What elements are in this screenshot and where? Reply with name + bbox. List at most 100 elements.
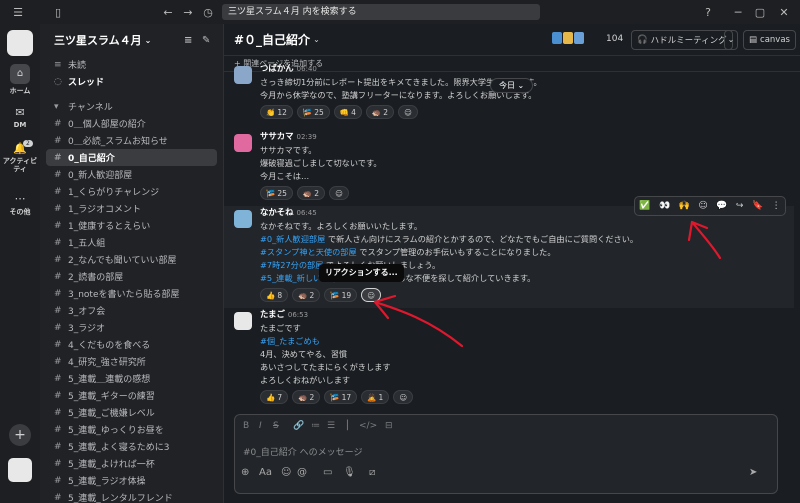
sidebar-channel-item[interactable]: #5_連載_ゆっくりお昼を bbox=[40, 421, 223, 438]
add-reaction-button[interactable]: ☺ bbox=[398, 105, 419, 119]
sidebar-channel-item[interactable]: #1_くらがりチャレンジ bbox=[40, 183, 223, 200]
reaction-pill[interactable]: 👏 12 bbox=[260, 105, 293, 119]
reaction-pill[interactable]: 🎏 17 bbox=[324, 390, 358, 404]
add-workspace-button[interactable]: + bbox=[0, 424, 40, 446]
sidebar-toggle-icon[interactable]: ▯ bbox=[48, 6, 68, 19]
timestamp[interactable]: 02:39 bbox=[297, 133, 317, 141]
avatar[interactable] bbox=[234, 66, 252, 84]
send-icon[interactable]: ➤ bbox=[749, 467, 757, 478]
close-icon[interactable]: ✕ bbox=[774, 6, 794, 19]
add-reaction-icon[interactable]: ☺ bbox=[698, 201, 707, 211]
check-emoji-button[interactable]: ✅ bbox=[639, 201, 650, 211]
compose-icon[interactable]: ✎ bbox=[202, 35, 210, 46]
slash-command-icon[interactable]: ⧄ bbox=[369, 467, 375, 478]
sidebar-channel-item[interactable]: #1_ラジオコメント bbox=[40, 200, 223, 217]
bold-icon[interactable]: B bbox=[243, 421, 249, 431]
forward-icon[interactable]: ↪ bbox=[736, 201, 744, 211]
sidebar-channel-item[interactable]: #2_なんでも聞いていい部屋 bbox=[40, 251, 223, 268]
sidebar-channel-item[interactable]: #5_連載_よく寝るために3 bbox=[40, 438, 223, 455]
message[interactable]: たまご 06:53 たまごです #個_たまごめも 4月、決めてやる、習慣 あいさつしてたま… bbox=[224, 308, 794, 404]
user-avatar[interactable] bbox=[0, 458, 40, 482]
reaction-pill[interactable]: 🎏 19 bbox=[324, 288, 358, 302]
maximize-icon[interactable]: ▢ bbox=[750, 6, 770, 19]
back-arrow-icon[interactable]: ← bbox=[158, 6, 178, 19]
code-icon[interactable]: </> bbox=[359, 421, 377, 431]
rail-activity[interactable]: 🔔 2 アクティビティ bbox=[0, 140, 40, 173]
sidebar-item-threads[interactable]: ◌ スレッド bbox=[40, 73, 223, 90]
channel-link[interactable]: #7時27分の部屋 bbox=[260, 260, 323, 270]
avatar[interactable] bbox=[234, 210, 252, 228]
author-name[interactable]: なかそね bbox=[260, 207, 294, 217]
sidebar-channel-item[interactable]: #5_連載_ラジオ体操 bbox=[40, 472, 223, 489]
code-block-icon[interactable]: ⊟ bbox=[385, 421, 393, 431]
reaction-pill[interactable]: 🎏 25 bbox=[260, 186, 293, 200]
channel-title[interactable]: #０_自己紹介 bbox=[234, 31, 310, 48]
numbered-list-icon[interactable]: ≔ bbox=[311, 421, 320, 431]
workspace-avatar[interactable] bbox=[0, 30, 40, 56]
italic-icon[interactable]: I bbox=[259, 421, 262, 431]
bookmark-icon[interactable]: 🔖 bbox=[752, 201, 763, 211]
sidebar-channel-item[interactable]: #4_くだものを食べる bbox=[40, 336, 223, 353]
forward-arrow-icon[interactable]: → bbox=[178, 6, 198, 19]
avatar[interactable] bbox=[234, 134, 252, 152]
reaction-pill[interactable]: 👍 7 bbox=[260, 390, 289, 404]
channel-link[interactable]: #スタンプ神と天使の部屋 bbox=[260, 247, 357, 257]
sidebar-channel-item[interactable]: #4_研究_強さ研究所 bbox=[40, 353, 223, 370]
sidebar-channel-item[interactable]: #5_連載_よければ一杯 bbox=[40, 455, 223, 472]
reaction-pill[interactable]: 🙇 1 bbox=[361, 390, 390, 404]
sidebar-item-unread[interactable]: ≡ 未読 bbox=[40, 56, 223, 73]
text-format-icon[interactable]: Aa bbox=[259, 467, 272, 478]
rail-more[interactable]: ⋯ その他 bbox=[0, 192, 40, 217]
author-name[interactable]: ササカマ bbox=[260, 131, 294, 141]
reaction-pill[interactable]: 🦔 2 bbox=[292, 390, 321, 404]
sidebar-channel-item[interactable]: #0_新人歓迎部屋 bbox=[40, 166, 223, 183]
link-icon[interactable]: 🔗 bbox=[293, 421, 304, 431]
blockquote-icon[interactable]: ▏ bbox=[347, 421, 354, 431]
timestamp[interactable]: 06:53 bbox=[288, 311, 308, 319]
avatar[interactable] bbox=[234, 312, 252, 330]
timestamp[interactable]: 06:45 bbox=[297, 209, 317, 217]
hamburger-menu-icon[interactable]: ☰ bbox=[8, 6, 28, 19]
sidebar-channel-item[interactable]: #3_ラジオ bbox=[40, 319, 223, 336]
huddle-dropdown[interactable]: ⌄ bbox=[724, 30, 738, 50]
canvas-button[interactable]: ▤ canvas bbox=[743, 30, 796, 50]
reaction-pill[interactable]: 👊 4 bbox=[333, 105, 362, 119]
add-reaction-button[interactable]: ☺ bbox=[393, 390, 414, 404]
reaction-pill[interactable]: 🦔 2 bbox=[296, 186, 326, 200]
help-icon[interactable]: ? bbox=[698, 6, 718, 19]
author-name[interactable]: たまご bbox=[260, 309, 285, 319]
sidebar-channel-item[interactable]: #1_健康するとえらい bbox=[40, 217, 223, 234]
date-divider-today[interactable]: 今日 ⌄ bbox=[490, 78, 534, 93]
add-reaction-button[interactable]: ☺ bbox=[361, 288, 382, 302]
sidebar-channel-item[interactable]: #3_noteを書いたら貼る部屋 bbox=[40, 285, 223, 302]
reply-thread-icon[interactable]: 💬 bbox=[716, 201, 727, 211]
author-name[interactable]: つばかん bbox=[260, 63, 294, 73]
mention-icon[interactable]: @ bbox=[297, 467, 307, 478]
message-composer[interactable]: B I S 🔗 ≔ ☰ ▏ </> ⊟ #0_自己紹介 へのメッセージ ⊕ Aa… bbox=[234, 414, 778, 494]
more-actions-icon[interactable]: ⋮ bbox=[772, 201, 781, 211]
sidebar-channel-item[interactable]: #5_連載_ご機嫌レベル bbox=[40, 404, 223, 421]
channels-section-header[interactable]: ▾ チャンネル bbox=[40, 98, 223, 115]
rail-home[interactable]: ⌂ ホーム bbox=[0, 64, 40, 96]
history-clock-icon[interactable]: ◷ bbox=[198, 6, 218, 19]
microphone-icon[interactable]: 🎙 bbox=[343, 467, 356, 478]
workspace-name[interactable]: 三ツ星スラム４月 ⌄ ≡ ✎ bbox=[40, 24, 223, 56]
bullet-list-icon[interactable]: ☰ bbox=[327, 421, 335, 431]
channel-link[interactable]: #0_新人歓迎部屋 bbox=[260, 234, 325, 244]
rail-dm[interactable]: ✉ DM bbox=[0, 106, 40, 129]
member-avatars[interactable] bbox=[552, 32, 584, 44]
channel-link[interactable]: #個_たまごめも bbox=[260, 335, 794, 348]
video-icon[interactable]: ▭ bbox=[323, 467, 332, 478]
message[interactable]: ササカマ 02:39 ササカマです。 爆破寝過ごしまして切ないです。 今月こそは… 🎏 25… bbox=[224, 130, 794, 200]
reaction-pill[interactable]: 👍 8 bbox=[260, 288, 289, 302]
minimize-icon[interactable]: ─ bbox=[728, 6, 748, 19]
filter-icon[interactable]: ≡ bbox=[184, 35, 192, 46]
search-input[interactable]: 三ツ星スラム４月 内を検索する bbox=[222, 4, 540, 20]
member-count[interactable]: 104 bbox=[606, 34, 623, 44]
sidebar-channel-item[interactable]: #0＿個人部屋の紹介 bbox=[40, 115, 223, 132]
emoji-icon[interactable]: ☺ bbox=[281, 467, 291, 478]
strikethrough-icon[interactable]: S bbox=[273, 421, 279, 431]
sidebar-channel-item[interactable]: #1_五人組 bbox=[40, 234, 223, 251]
huddle-button[interactable]: 🎧 ハドルミーティング bbox=[631, 30, 733, 50]
sidebar-channel-item[interactable]: #0＿必読_スラムお知らせ bbox=[40, 132, 223, 149]
